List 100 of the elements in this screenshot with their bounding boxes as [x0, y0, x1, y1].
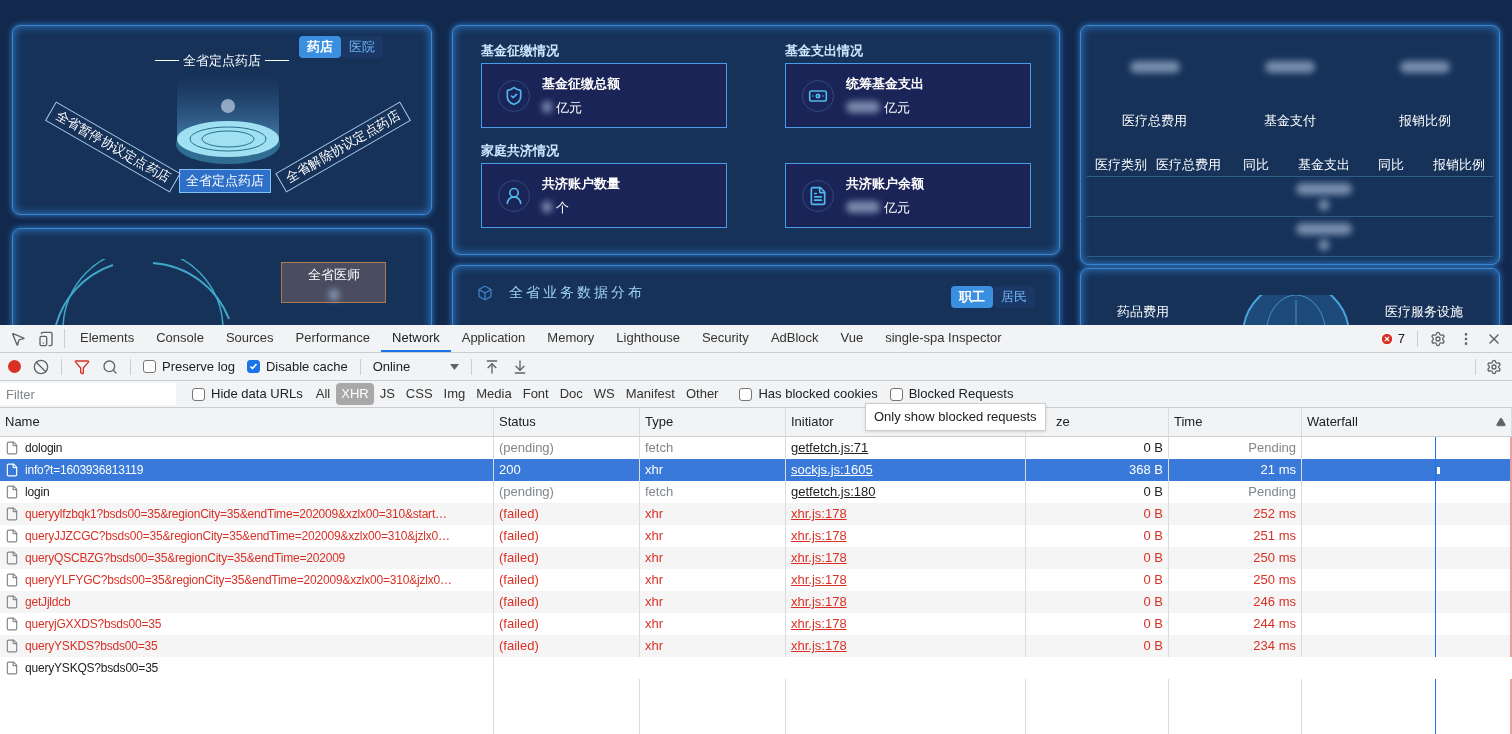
- time-cell-text: 21 ms: [1260, 461, 1296, 480]
- checkbox-label: Disable cache: [266, 357, 348, 376]
- filter-icon[interactable]: [74, 358, 90, 375]
- column-header[interactable]: Initiator: [791, 412, 834, 432]
- type-filter[interactable]: CSS: [400, 383, 438, 405]
- request-name: queryYSKQS?bsds00=35: [25, 660, 159, 677]
- panel-tab[interactable]: 居民: [993, 286, 1035, 308]
- column-header[interactable]: Name: [5, 412, 40, 432]
- device-icon[interactable]: [38, 330, 54, 347]
- type-filter[interactable]: Manifest: [620, 383, 680, 405]
- request-name: queryQSCBZG?bsds00=35&regionCity=35&endTime=202009: [25, 550, 346, 567]
- checkbox[interactable]: [192, 387, 205, 401]
- type-filter[interactable]: Other: [680, 383, 724, 405]
- time-cell-text: 251 ms: [1253, 527, 1296, 546]
- settings-icon[interactable]: [1486, 358, 1502, 375]
- initiator-link[interactable]: xhr.js:178: [791, 548, 847, 568]
- checkbox[interactable]: [889, 387, 903, 401]
- checkmark-icon: [249, 362, 258, 371]
- checkbox[interactable]: [739, 387, 753, 401]
- initiator-link[interactable]: xhr.js:178: [791, 570, 847, 590]
- column-header[interactable]: Waterfall: [1307, 412, 1358, 432]
- devtools-tab[interactable]: Security: [690, 325, 760, 352]
- request-row[interactable]: queryYSKDS?bsds00=35 (failed) xhr xhr.js:178 0 B 234 ms: [0, 635, 1512, 657]
- initiator-link[interactable]: xhr.js:178: [791, 614, 847, 634]
- center-label: 全省定点药店: [179, 169, 271, 193]
- request-row[interactable]: info?t=1603936813119 200 xhr sockjs.js:1605 368 B 21 ms: [0, 459, 1512, 481]
- devtools-tab[interactable]: Application: [450, 325, 537, 352]
- type-filter[interactable]: Font: [517, 383, 554, 405]
- initiator-link[interactable]: xhr.js:178: [791, 592, 847, 612]
- status-cell-text: (pending): [499, 483, 554, 502]
- panel-tab[interactable]: 医院: [341, 36, 383, 58]
- devtools-tab[interactable]: Performance: [284, 325, 382, 352]
- error-count[interactable]: 7: [1397, 328, 1405, 349]
- devtools-tab[interactable]: AdBlock: [759, 325, 830, 352]
- request-name: queryYSKDS?bsds00=35: [25, 638, 158, 655]
- initiator-link[interactable]: getfetch.js:180: [791, 482, 876, 502]
- status-cell-text: (failed): [499, 615, 539, 634]
- stat-label: 基金征缴总额: [542, 75, 620, 93]
- stat-unit: 个: [556, 198, 569, 217]
- request-row[interactable]: getJjldcb (failed) xhr xhr.js:178 0 B 246 ms: [0, 591, 1512, 613]
- initiator-link[interactable]: xhr.js:178: [791, 504, 847, 524]
- type-filter[interactable]: Doc: [554, 383, 588, 405]
- column-header: 基金支出: [1297, 155, 1350, 174]
- file-icon: [5, 529, 19, 543]
- record-icon[interactable]: [8, 360, 21, 373]
- type-cell-text: xhr: [645, 593, 664, 612]
- checkbox[interactable]: [247, 360, 260, 373]
- filter-field[interactable]: Filter: [0, 383, 176, 405]
- search-icon[interactable]: [102, 358, 118, 375]
- card-title: 全省医师: [307, 266, 360, 284]
- devtools-tab[interactable]: Lighthouse: [605, 325, 691, 352]
- error-icon: [1379, 331, 1394, 346]
- type-cell-text: fetch: [645, 483, 674, 502]
- type-filter[interactable]: Media: [471, 383, 517, 405]
- column-header: 报销比例: [1433, 155, 1486, 174]
- devtools-tab[interactable]: single-spa Inspector: [874, 325, 1013, 352]
- request-name: getJjldcb: [25, 594, 71, 611]
- shield-icon: [504, 85, 524, 106]
- devtools-tab[interactable]: Elements: [69, 325, 146, 352]
- stat-unit: 亿元: [884, 98, 910, 117]
- type-cell-text: xhr: [645, 505, 664, 524]
- size-cell-text: 0 B: [1143, 637, 1163, 656]
- request-name: info?t=1603936813119: [25, 462, 144, 479]
- initiator-link[interactable]: xhr.js:178: [791, 526, 847, 546]
- blurred-value: [1295, 182, 1352, 195]
- column-header[interactable]: Time: [1174, 412, 1203, 432]
- inspect-icon[interactable]: [10, 330, 26, 347]
- panel-title: 全省定点药店: [183, 52, 261, 70]
- time-cell-text: 250 ms: [1253, 571, 1296, 590]
- devtools-tab[interactable]: Memory: [536, 325, 606, 352]
- initiator-link[interactable]: xhr.js:178: [791, 636, 847, 656]
- checkbox[interactable]: [143, 360, 156, 373]
- type-filter[interactable]: All: [310, 383, 336, 405]
- time-cell-text: 244 ms: [1253, 615, 1296, 634]
- file-icon: [5, 551, 19, 565]
- type-filter[interactable]: Img: [438, 383, 471, 405]
- column-header[interactable]: ze: [1056, 412, 1070, 432]
- devtools-tab[interactable]: Sources: [214, 325, 285, 352]
- type-filter[interactable]: JS: [374, 383, 400, 405]
- throttling-dropdown[interactable]: Online: [372, 356, 459, 377]
- request-name: login: [25, 484, 50, 501]
- status-cell-text: (failed): [499, 549, 539, 568]
- type-filter[interactable]: WS: [588, 383, 620, 405]
- blurred-value: [1400, 61, 1451, 73]
- initiator-link[interactable]: sockjs.js:1605: [791, 460, 873, 480]
- summary-label: 基金支付: [1264, 112, 1316, 130]
- settings-icon[interactable]: [1430, 330, 1446, 347]
- file-icon: [5, 573, 19, 587]
- devtools-tab[interactable]: Vue: [829, 325, 875, 352]
- clear-icon[interactable]: [33, 358, 49, 375]
- request-row[interactable]: queryylfzbqk1?bsds00=35&regionCity=35&endTime=202009&xzlx00=310&start… (failed) xhr xhr.js:178 0 B 252 ms: [0, 503, 1512, 525]
- file-icon: [5, 595, 19, 609]
- column-header[interactable]: Status: [499, 412, 536, 432]
- request-row[interactable]: queryQSCBZG?bsds00=35&regionCity=35&endTime=202009 (failed) xhr xhr.js:178 0 B 250 ms: [0, 547, 1512, 569]
- devtools-tab[interactable]: Console: [145, 325, 215, 352]
- request-name: queryylfzbqk1?bsds00=35&regionCity=35&endTime=202009&xzlx00=310&start…: [25, 506, 447, 523]
- status-cell-text: (failed): [499, 593, 539, 612]
- column-header[interactable]: Type: [645, 412, 674, 432]
- sort-icon[interactable]: [1496, 417, 1506, 427]
- initiator-link[interactable]: getfetch.js:71: [791, 438, 869, 458]
